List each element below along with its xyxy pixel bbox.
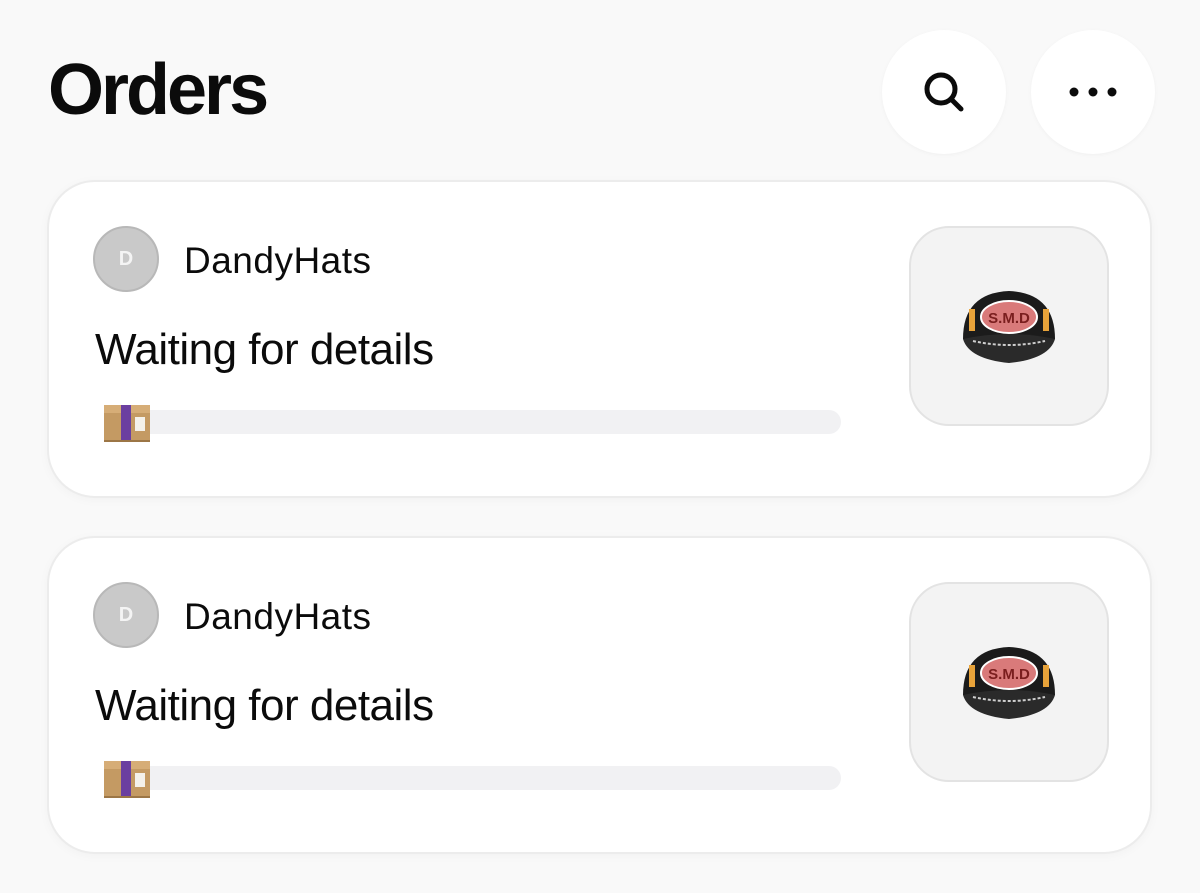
package-box-icon: [104, 405, 150, 442]
header: Orders: [0, 0, 1200, 170]
search-icon: [924, 72, 964, 112]
search-button[interactable]: [882, 30, 1006, 154]
cap-product-image: S.M.D: [963, 291, 1055, 363]
order-card[interactable]: D DandyHats Waiting for details S.M.D: [47, 536, 1152, 854]
order-progress-bar: [109, 410, 841, 434]
order-card[interactable]: D DandyHats Waiting for details S.M.D: [47, 180, 1152, 498]
cap-print-text: S.M.D: [988, 666, 1030, 683]
page-title: Orders: [48, 50, 269, 130]
cap-product-image: S.M.D: [963, 647, 1055, 719]
cap-print-text: S.M.D: [988, 310, 1030, 327]
order-status: Waiting for details: [95, 681, 434, 730]
more-horizontal-icon: [1069, 87, 1117, 97]
shop-avatar: D: [93, 582, 159, 648]
shop-name: DandyHats: [184, 240, 372, 281]
shop-name: DandyHats: [184, 596, 372, 637]
product-thumbnail[interactable]: S.M.D: [909, 582, 1109, 782]
shop-avatar: D: [93, 226, 159, 292]
more-options-button[interactable]: [1031, 30, 1155, 154]
order-progress-bar: [109, 766, 841, 790]
product-thumbnail[interactable]: S.M.D: [909, 226, 1109, 426]
order-status: Waiting for details: [95, 325, 434, 374]
package-box-icon: [104, 761, 150, 798]
